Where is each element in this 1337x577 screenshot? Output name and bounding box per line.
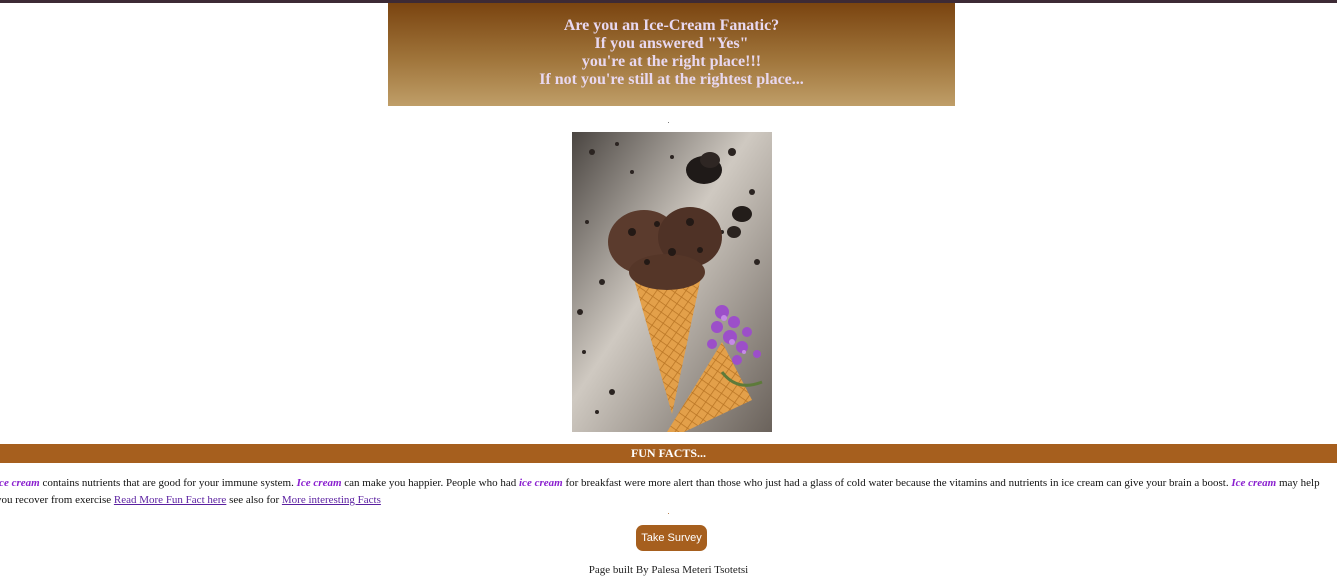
read-more-facts-link[interactable]: Read More Fun Fact here bbox=[114, 494, 226, 506]
fun-facts-heading: FUN FACTS... bbox=[0, 444, 1337, 463]
ice-cream-photo bbox=[572, 132, 772, 432]
hero-line-2: If you answered "Yes" bbox=[594, 35, 749, 52]
fact-text: see also for bbox=[226, 494, 282, 506]
emphasis-ice-cream: ice cream bbox=[0, 477, 40, 489]
fact-text: contains nutrients that are good for you… bbox=[39, 477, 297, 489]
separator-dot: . bbox=[667, 507, 670, 516]
fun-facts-paragraph: ice cream contains nutrients that are go… bbox=[0, 475, 1337, 509]
fact-text: can make you happier. People who had bbox=[341, 477, 519, 489]
fact-text: for breakfast were more alert than those… bbox=[562, 477, 1232, 489]
footer-credit: Page built By Palesa Meteri Tsotetsi bbox=[588, 564, 749, 576]
hero-line-4: If not you're still at the rightest plac… bbox=[539, 71, 804, 88]
emphasis-ice-cream: ice cream bbox=[519, 477, 563, 489]
more-interesting-facts-link[interactable]: More interesting Facts bbox=[282, 494, 381, 506]
emphasis-ice-cream: Ice cream bbox=[296, 477, 342, 489]
ice-cream-cone-icon bbox=[572, 132, 772, 432]
separator-dot: . bbox=[667, 116, 670, 125]
take-survey-button[interactable]: Take Survey bbox=[636, 525, 707, 551]
emphasis-ice-cream: Ice cream bbox=[1231, 477, 1277, 489]
hero-line-3: you're at the right place!!! bbox=[581, 53, 762, 70]
hero-banner: Are you an Ice-Cream Fanatic? If you ans… bbox=[388, 3, 955, 106]
hero-line-1: Are you an Ice-Cream Fanatic? bbox=[563, 17, 780, 34]
